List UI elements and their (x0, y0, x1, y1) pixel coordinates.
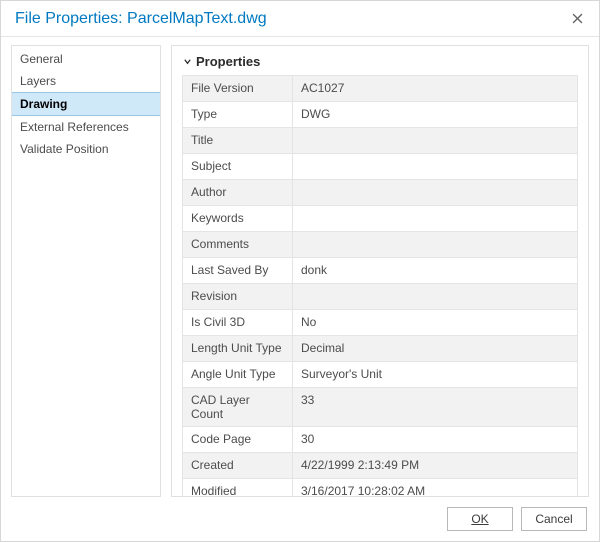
close-button[interactable] (565, 7, 589, 31)
sidebar-item-layers[interactable]: Layers (12, 70, 160, 92)
property-row: Is Civil 3DNo (183, 310, 577, 336)
property-label: Author (183, 180, 293, 205)
property-value (293, 284, 577, 309)
property-label: Title (183, 128, 293, 153)
property-row: Title (183, 128, 577, 154)
dialog-body: General Layers Drawing External Referenc… (1, 37, 599, 497)
property-label: Type (183, 102, 293, 127)
ok-button[interactable]: OK (447, 507, 513, 531)
dialog-title: File Properties: ParcelMapText.dwg (15, 10, 565, 28)
property-row: Modified3/16/2017 10:28:02 AM (183, 479, 577, 497)
sidebar-item-label: General (20, 52, 63, 66)
property-row: Code Page30 (183, 427, 577, 453)
property-value: Surveyor's Unit (293, 362, 577, 387)
property-value: donk (293, 258, 577, 283)
property-label: Keywords (183, 206, 293, 231)
property-row: Keywords (183, 206, 577, 232)
property-value: 33 (293, 388, 577, 426)
property-row: File VersionAC1027 (183, 76, 577, 102)
property-row: Angle Unit TypeSurveyor's Unit (183, 362, 577, 388)
property-label: Angle Unit Type (183, 362, 293, 387)
property-value (293, 232, 577, 257)
property-label: Is Civil 3D (183, 310, 293, 335)
sidebar-item-label: Validate Position (20, 142, 109, 156)
properties-section-header[interactable]: Properties (182, 54, 578, 69)
sidebar-item-general[interactable]: General (12, 48, 160, 70)
property-row: Created4/22/1999 2:13:49 PM (183, 453, 577, 479)
property-row: Subject (183, 154, 577, 180)
property-label: Created (183, 453, 293, 478)
property-row: Author (183, 180, 577, 206)
property-label: File Version (183, 76, 293, 101)
sidebar-item-drawing[interactable]: Drawing (12, 92, 160, 116)
property-label: Revision (183, 284, 293, 309)
property-value (293, 128, 577, 153)
property-row: Comments (183, 232, 577, 258)
property-value: DWG (293, 102, 577, 127)
chevron-down-icon (182, 57, 192, 67)
dialog-footer: OK Cancel (1, 497, 599, 541)
property-value: No (293, 310, 577, 335)
cancel-button[interactable]: Cancel (521, 507, 587, 531)
property-row: Revision (183, 284, 577, 310)
property-row: TypeDWG (183, 102, 577, 128)
property-value (293, 154, 577, 179)
properties-grid: File VersionAC1027TypeDWGTitleSubjectAut… (182, 75, 578, 497)
property-value: AC1027 (293, 76, 577, 101)
property-label: Comments (183, 232, 293, 257)
property-value: 30 (293, 427, 577, 452)
main-panel: Properties File VersionAC1027TypeDWGTitl… (171, 45, 589, 497)
property-label: Subject (183, 154, 293, 179)
sidebar-item-label: External References (20, 120, 129, 134)
sidebar-item-label: Drawing (20, 97, 67, 111)
property-row: Last Saved Bydonk (183, 258, 577, 284)
property-value: Decimal (293, 336, 577, 361)
titlebar: File Properties: ParcelMapText.dwg (1, 1, 599, 37)
property-label: Length Unit Type (183, 336, 293, 361)
section-title: Properties (196, 54, 260, 69)
property-value (293, 180, 577, 205)
close-icon (572, 13, 583, 24)
property-row: CAD Layer Count33 (183, 388, 577, 427)
sidebar: General Layers Drawing External Referenc… (11, 45, 161, 497)
property-row: Length Unit TypeDecimal (183, 336, 577, 362)
file-properties-dialog: File Properties: ParcelMapText.dwg Gener… (0, 0, 600, 542)
sidebar-item-external-references[interactable]: External References (12, 116, 160, 138)
property-label: Last Saved By (183, 258, 293, 283)
property-label: CAD Layer Count (183, 388, 293, 426)
property-label: Code Page (183, 427, 293, 452)
sidebar-item-label: Layers (20, 74, 56, 88)
sidebar-item-validate-position[interactable]: Validate Position (12, 138, 160, 160)
property-value: 4/22/1999 2:13:49 PM (293, 453, 577, 478)
property-value: 3/16/2017 10:28:02 AM (293, 479, 577, 497)
property-label: Modified (183, 479, 293, 497)
property-value (293, 206, 577, 231)
